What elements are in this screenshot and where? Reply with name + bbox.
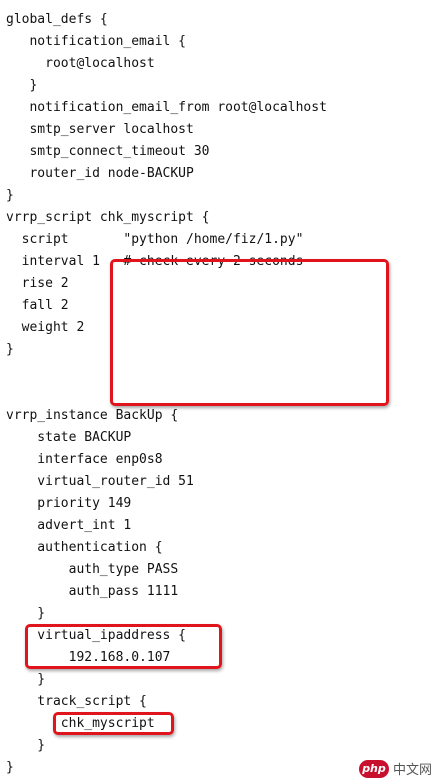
code-line: }: [6, 78, 38, 93]
code-line: vrrp_instance BackUp {: [6, 408, 179, 423]
code-line: }: [6, 738, 46, 753]
code-line: authentication {: [6, 540, 163, 555]
code-line: virtual_router_id 51: [6, 474, 194, 489]
code-line: }: [6, 188, 14, 203]
highlight-box-track-script: [53, 712, 174, 735]
watermark: php 中文网: [358, 759, 432, 778]
watermark-text: 中文网: [392, 763, 432, 778]
code-line: }: [6, 606, 46, 621]
code-line: auth_type PASS: [6, 562, 179, 577]
code-line: }: [6, 672, 46, 687]
code-line: vrrp_script chk_myscript {: [6, 210, 210, 225]
php-logo-icon: php: [358, 759, 389, 778]
code-line: track_script {: [6, 694, 147, 709]
highlight-box-script-comment: [110, 259, 389, 406]
code-line: notification_email {: [6, 34, 187, 49]
code-line: priority 149: [6, 496, 132, 511]
code-line: auth_pass 1111: [6, 584, 179, 599]
code-line: notification_email_from root@localhost: [6, 100, 327, 115]
code-line: smtp_server localhost: [6, 122, 194, 137]
code-line: state BACKUP: [6, 430, 132, 445]
code-line: smtp_connect_timeout 30: [6, 144, 210, 159]
code-line: advert_int 1: [6, 518, 132, 533]
code-line: global_defs {: [6, 12, 108, 27]
code-line: interface enp0s8: [6, 452, 163, 467]
highlight-box-virtual-ipaddress: [25, 624, 222, 669]
code-line: router_id node-BACKUP: [6, 166, 194, 181]
code-line: script "python /home/fiz/1.py": [6, 232, 304, 247]
code-line: }: [6, 760, 14, 775]
code-line: root@localhost: [6, 56, 155, 71]
